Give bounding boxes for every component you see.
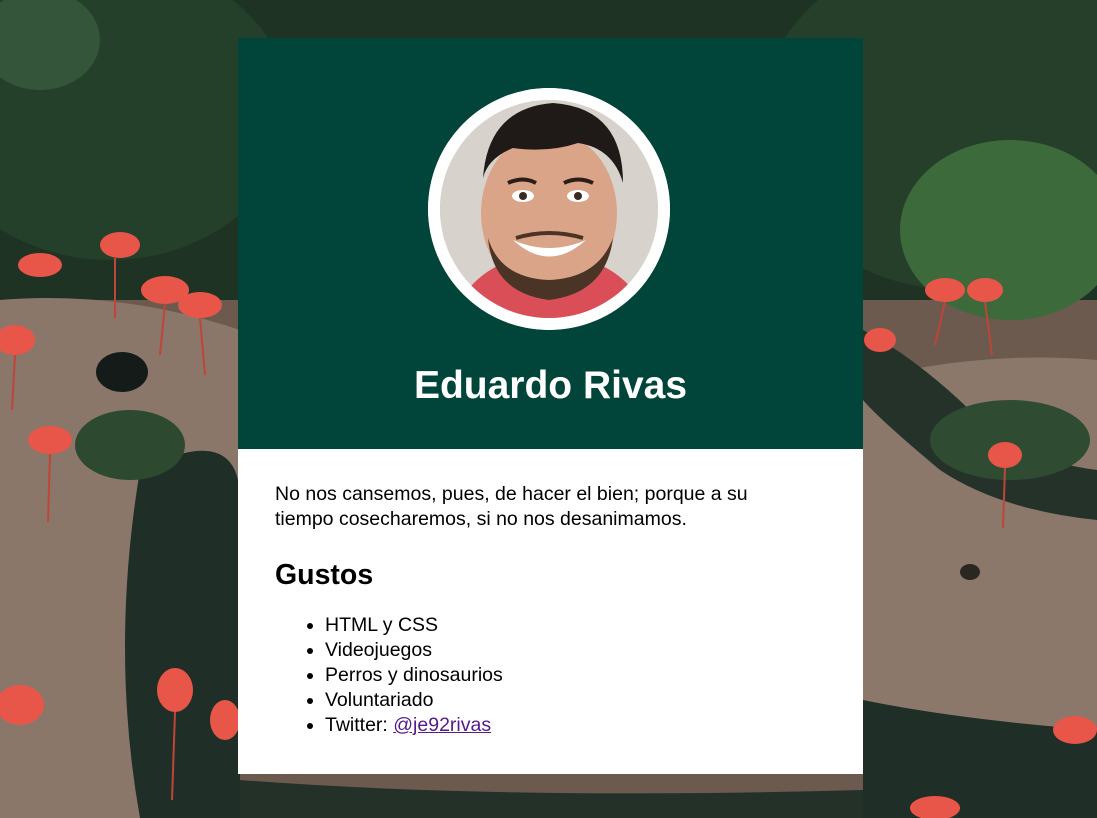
twitter-link[interactable]: @je92rivas bbox=[393, 714, 491, 736]
twitter-label: Twitter: bbox=[325, 714, 394, 736]
list-item: Voluntariado bbox=[325, 688, 826, 713]
profile-header: Eduardo Rivas bbox=[238, 38, 863, 449]
avatar bbox=[428, 88, 670, 330]
profile-photo bbox=[428, 88, 670, 330]
profile-card: Eduardo Rivas No nos cansemos, pues, de … bbox=[238, 38, 863, 774]
likes-heading: Gustos bbox=[275, 559, 374, 591]
list-item: Perros y dinosaurios bbox=[325, 663, 826, 688]
bio-quote: No nos cansemos, pues, de hacer el bien;… bbox=[275, 483, 748, 530]
list-item: Videojuegos bbox=[325, 638, 826, 663]
list-item-twitter: Twitter: @je92rivas bbox=[325, 713, 826, 738]
list-item: HTML y CSS bbox=[325, 613, 826, 638]
profile-body: No nos cansemos, pues, de hacer el bien;… bbox=[238, 449, 863, 738]
likes-list: HTML y CSS Videojuegos Perros y dinosaur… bbox=[275, 613, 826, 738]
profile-name: Eduardo Rivas bbox=[413, 364, 688, 407]
